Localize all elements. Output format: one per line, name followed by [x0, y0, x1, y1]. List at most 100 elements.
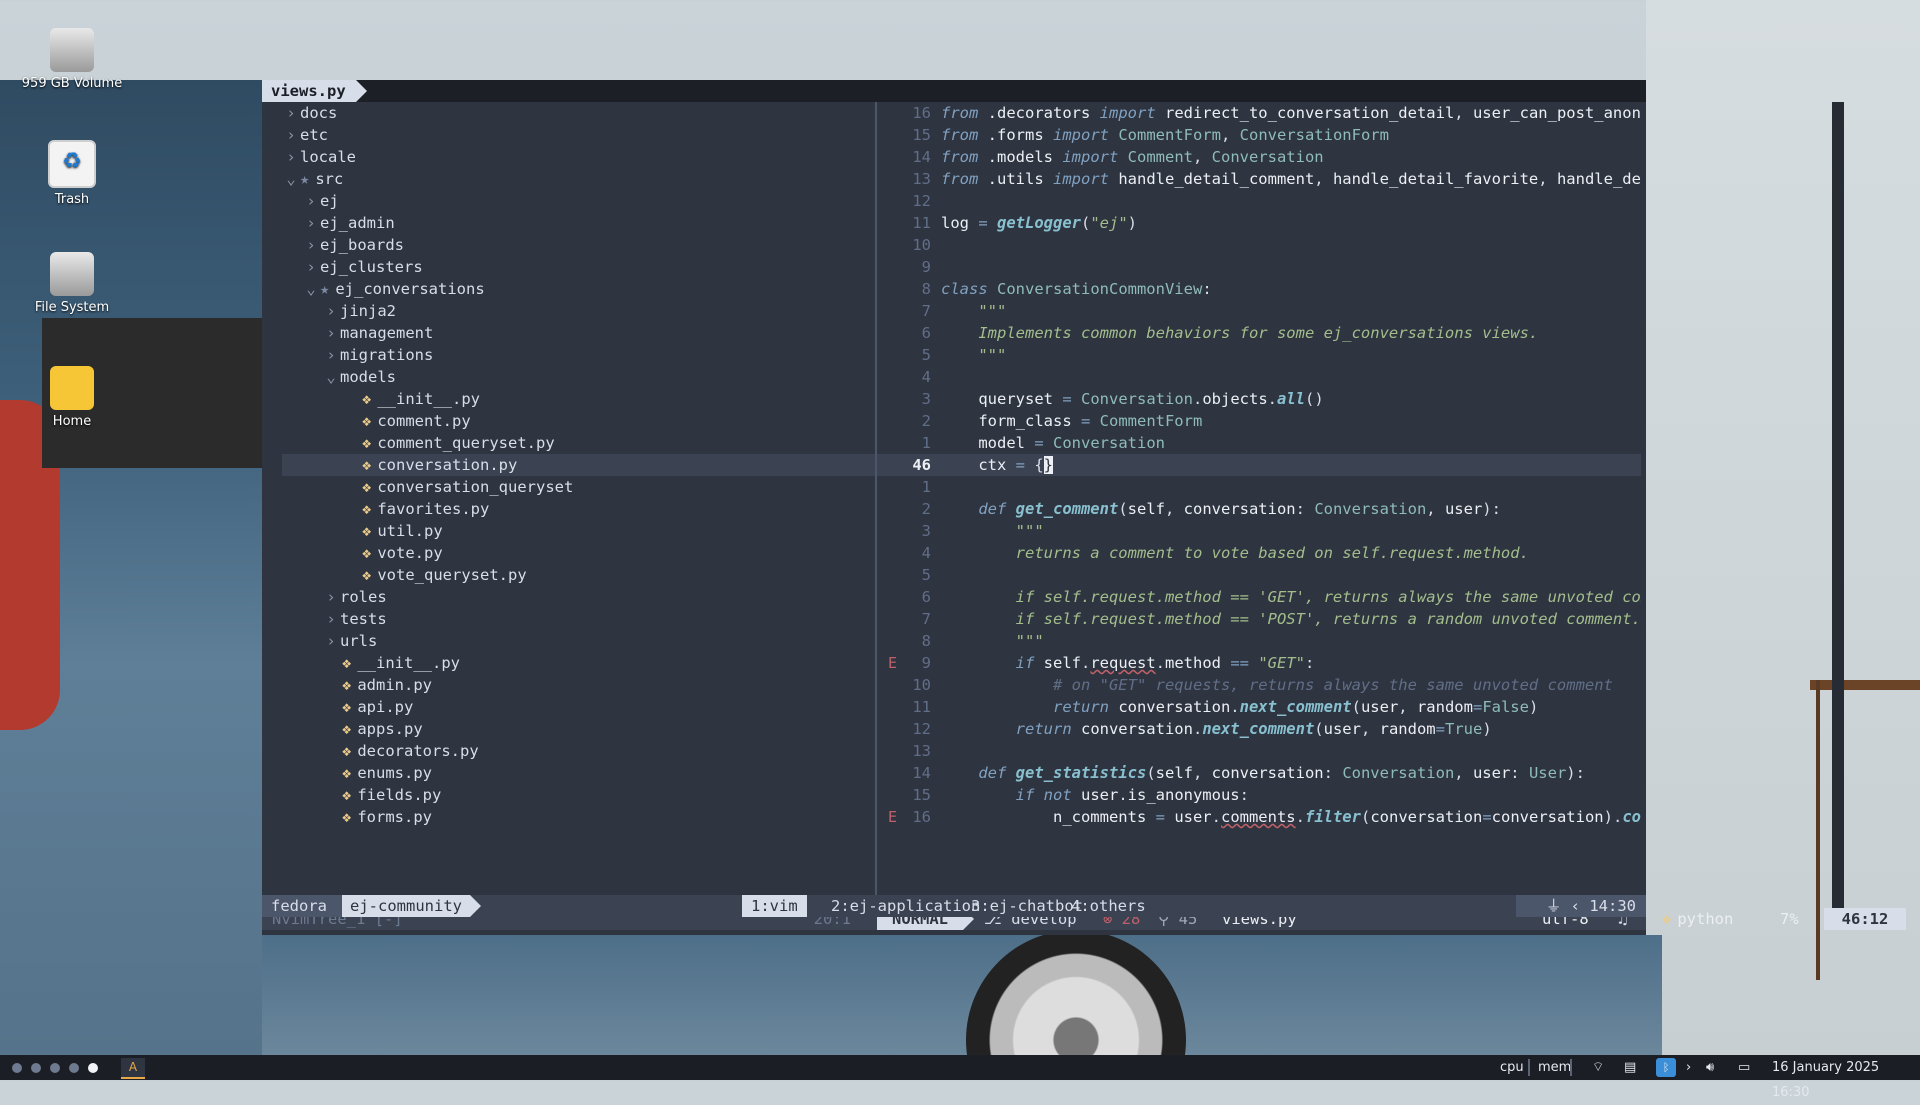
code-line[interactable]: 7 if self.request.method == 'POST', retu…	[877, 608, 1641, 630]
code-editor[interactable]: 16 from .decorators import redirect_to_co…	[877, 102, 1641, 908]
desktop-icon-file-system[interactable]: File System	[17, 252, 127, 315]
tree-folder[interactable]: › tests	[282, 608, 875, 630]
tree-folder[interactable]: › migrations	[282, 344, 875, 366]
tree-file[interactable]: ❖ decorators.py	[282, 740, 875, 762]
tree-folder[interactable]: › urls	[282, 630, 875, 652]
tree-file[interactable]: ❖ __init__.py	[282, 652, 875, 674]
tree-folder[interactable]: › ej_boards	[282, 234, 875, 256]
workspace-dot[interactable]	[88, 1063, 98, 1073]
code-line[interactable]: 3 queryset = Conversation.objects.all()	[877, 388, 1641, 410]
chevron-right-icon[interactable]: ›	[322, 630, 340, 652]
cpu-monitor[interactable]: cpu	[1500, 1055, 1524, 1080]
chevron-right-icon[interactable]: ›	[302, 234, 320, 256]
workspace-dot[interactable]	[69, 1063, 79, 1073]
tree-file[interactable]: ❖ api.py	[282, 696, 875, 718]
chevron-right-icon[interactable]: ›	[282, 146, 300, 168]
code-line[interactable]: 11 return conversation.next_comment(user…	[877, 696, 1641, 718]
code-line[interactable]: 9 if self.request.method == "GET":	[877, 652, 1641, 674]
code-line[interactable]: 8 """	[877, 630, 1641, 652]
tree-folder[interactable]: ⌄ models	[282, 366, 875, 388]
workspace-dot[interactable]	[31, 1063, 41, 1073]
battery-icon[interactable]: ▭	[1738, 1055, 1750, 1080]
workspace-dot[interactable]	[50, 1063, 60, 1073]
tree-folder[interactable]: › locale	[282, 146, 875, 168]
code-line[interactable]: 9	[877, 256, 1641, 278]
clipboard-icon[interactable]: ▤	[1624, 1055, 1636, 1080]
code-line[interactable]: 12 return conversation.next_comment(user…	[877, 718, 1641, 740]
tree-file[interactable]: ❖ admin.py	[282, 674, 875, 696]
chevron-right-icon[interactable]: ›	[302, 190, 320, 212]
tmux-window-tab[interactable]: 1:vim	[742, 895, 807, 917]
code-line[interactable]: 8 class ConversationCommonView:	[877, 278, 1641, 300]
chevron-down-icon[interactable]: ⌄	[302, 278, 320, 300]
tree-folder[interactable]: › roles	[282, 586, 875, 608]
tree-folder[interactable]: › docs	[282, 102, 875, 124]
code-line[interactable]: 46 ctx = {}	[877, 454, 1641, 476]
tree-file[interactable]: ❖ forms.py	[282, 806, 875, 828]
terminal-window[interactable]: views.py › docs › etc › locale ⌄ ★ src › ej › ej_adm…	[262, 80, 1906, 935]
code-line[interactable]: 10 # on "GET" requests, returns always t…	[877, 674, 1641, 696]
tree-file[interactable]: ❖ fields.py	[282, 784, 875, 806]
code-line[interactable]: 15 if not user.is_anonymous:	[877, 784, 1641, 806]
tree-folder[interactable]: ⌄ ★ src	[282, 168, 875, 190]
code-line[interactable]: 12	[877, 190, 1641, 212]
tmux-window-tab[interactable]: 4:others	[1062, 895, 1155, 917]
code-line[interactable]: 14 def get_statistics(self, conversation…	[877, 762, 1641, 784]
chevron-down-icon[interactable]: ⌄	[282, 168, 300, 190]
tree-file[interactable]: ❖ comment.py	[282, 410, 875, 432]
tree-folder[interactable]: › etc	[282, 124, 875, 146]
tree-file[interactable]: ❖ vote.py	[282, 542, 875, 564]
tree-file[interactable]: ❖ favorites.py	[282, 498, 875, 520]
tree-file[interactable]: ❖ apps.py	[282, 718, 875, 740]
chevron-right-icon[interactable]: ›	[302, 212, 320, 234]
code-line[interactable]: 10	[877, 234, 1641, 256]
tree-file[interactable]: ❖ comment_queryset.py	[282, 432, 875, 454]
code-line[interactable]: 5	[877, 564, 1641, 586]
memory-monitor[interactable]: mem	[1538, 1055, 1571, 1080]
tree-file[interactable]: ❖ util.py	[282, 520, 875, 542]
tree-folder[interactable]: › ej_admin	[282, 212, 875, 234]
code-line[interactable]: 6 Implements common behaviors for some e…	[877, 322, 1641, 344]
code-line[interactable]: 14 from .models import Comment, Conversat…	[877, 146, 1641, 168]
chevron-right-icon[interactable]: ›	[322, 322, 340, 344]
chevron-right-icon[interactable]: ›	[322, 586, 340, 608]
code-line[interactable]: 4 returns a comment to vote based on sel…	[877, 542, 1641, 564]
tree-folder[interactable]: › ej	[282, 190, 875, 212]
chevron-right-icon[interactable]: ›	[282, 124, 300, 146]
terminal-app-icon[interactable]: A	[121, 1058, 145, 1079]
code-line[interactable]: 4	[877, 366, 1641, 388]
chevron-right-icon[interactable]: ›	[322, 344, 340, 366]
tree-file[interactable]: ❖ __init__.py	[282, 388, 875, 410]
code-line[interactable]: 16 from .decorators import redirect_to_co…	[877, 102, 1641, 124]
code-line[interactable]: 3 """	[877, 520, 1641, 542]
chevron-right-icon[interactable]: ›	[322, 300, 340, 322]
code-line[interactable]: 13 from .utils import handle_detail_comme…	[877, 168, 1641, 190]
file-tree[interactable]: › docs › etc › locale ⌄ ★ src › ej › ej_admin › ej_boa…	[282, 102, 875, 908]
chevron-right-icon[interactable]: ›	[322, 608, 340, 630]
chevron-right-icon[interactable]: ›	[1686, 1055, 1691, 1080]
code-line[interactable]: 5 """	[877, 344, 1641, 366]
desktop-icon-volume[interactable]: 959 GB Volume	[17, 28, 127, 91]
code-line[interactable]: 2 form_class = CommentForm	[877, 410, 1641, 432]
buffer-tab-active[interactable]: views.py	[262, 80, 367, 102]
workspace-dot[interactable]	[12, 1063, 22, 1073]
chevron-right-icon[interactable]: ›	[302, 256, 320, 278]
tree-folder[interactable]: › ej_clusters	[282, 256, 875, 278]
code-line[interactable]: 1	[877, 476, 1641, 498]
code-line[interactable]: 11 log = getLogger("ej")	[877, 212, 1641, 234]
code-line[interactable]: 7 """	[877, 300, 1641, 322]
tree-folder[interactable]: ⌄ ★ ej_conversations	[282, 278, 875, 300]
code-line[interactable]: 2 def get_comment(self, conversation: Co…	[877, 498, 1641, 520]
wifi-icon[interactable]: ⌔	[1592, 1055, 1604, 1080]
tree-file[interactable]: ❖ conversation_queryset	[282, 476, 875, 498]
volume-icon[interactable]: 🔊︎	[1706, 1055, 1714, 1080]
chevron-right-icon[interactable]: ›	[282, 102, 300, 124]
desktop-icon-trash[interactable]: ♻ Trash	[17, 140, 127, 207]
bluetooth-icon[interactable]: ᛒ	[1656, 1058, 1676, 1077]
tree-folder[interactable]: › jinja2	[282, 300, 875, 322]
desktop-icon-home[interactable]: Home	[17, 366, 127, 429]
code-line[interactable]: 13	[877, 740, 1641, 762]
tmux-session[interactable]: ej-community	[342, 895, 481, 917]
tree-file[interactable]: ❖ enums.py	[282, 762, 875, 784]
tree-file[interactable]: ❖ conversation.py	[282, 454, 875, 476]
